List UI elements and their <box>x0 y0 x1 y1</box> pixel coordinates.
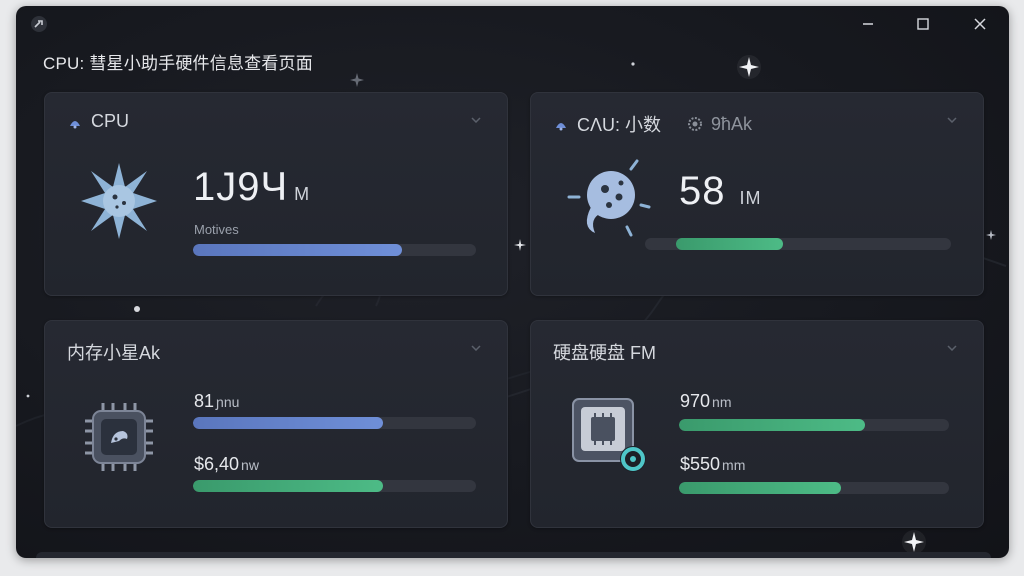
close-button[interactable] <box>968 12 992 36</box>
bottom-panel-edge <box>36 552 991 558</box>
memory-stat1-unit: ɲnu <box>216 394 240 410</box>
disk-stat2-value: $550 <box>680 454 721 474</box>
sparkle-icon <box>134 306 140 312</box>
comet-app-icon <box>31 16 47 32</box>
minimize-button[interactable] <box>856 12 880 36</box>
chevron-down-icon[interactable] <box>947 345 957 351</box>
cpu-detail-card-title: CΛU: 小数 <box>577 115 662 135</box>
cpu-value-number: 1Ј9Ч <box>193 165 289 209</box>
disk-stat1-unit: nm <box>712 394 732 410</box>
memory-stat1-bar <box>193 417 476 429</box>
cpu-card-title: CPU <box>91 111 130 131</box>
maximize-button[interactable] <box>911 12 935 36</box>
disk-chip-icon <box>572 398 646 472</box>
cpu-detail-card-subtitle: 9ħAk <box>711 113 753 134</box>
disk-stat2-unit: mm <box>722 457 746 473</box>
memory-stat1-fill <box>193 417 383 429</box>
cpu-value-unit: M <box>294 184 311 204</box>
gear-icon <box>688 117 703 131</box>
cpu-detail-card[interactable]: CΛU: 小数 9ħAk 58 IM <box>530 92 984 296</box>
memory-stat1-value: 81 <box>194 391 215 411</box>
cpu-detail-value: 58 IM <box>679 169 762 214</box>
memory-stat2-unit: nw <box>241 457 259 473</box>
cpu-bell-icon <box>556 123 566 131</box>
cpu-card-header: CPU <box>67 111 129 132</box>
title-bar <box>16 6 1009 42</box>
cpu-detail-value-number: 58 <box>679 169 726 213</box>
page-title: CPU: 彗星小助手硬件信息查看页面 <box>43 54 313 73</box>
chevron-down-icon[interactable] <box>471 345 481 351</box>
sparkle-icon <box>26 394 30 398</box>
close-icon <box>974 18 986 30</box>
memory-stat2-value: $6,40 <box>194 454 240 474</box>
maximize-icon <box>917 18 929 30</box>
cpu-detail-card-header: CΛU: 小数 9ħAk <box>553 111 752 137</box>
minimize-icon <box>863 23 873 25</box>
app-window: CPU: 彗星小助手硬件信息查看页面 CPU 1Ј9Ч M Motives CΛ… <box>16 6 1009 558</box>
cpu-progress-bar <box>193 244 476 256</box>
memory-card-header: 内存小星Ak <box>67 339 160 365</box>
sparkle-icon <box>350 73 364 87</box>
cpu-bell-icon <box>70 120 80 128</box>
disk-stat2-bar <box>679 482 949 494</box>
cpu-progress-fill <box>193 244 403 256</box>
disk-stat1: 970 nm <box>680 391 732 412</box>
memory-stat2-bar <box>193 480 476 492</box>
cpu-detail-value-unit: IM <box>739 188 762 208</box>
chip-icon <box>85 403 153 471</box>
memory-stat2: $6,40 nw <box>194 454 259 475</box>
disk-stat2: $550 mm <box>680 454 745 475</box>
chevron-down-icon[interactable] <box>471 117 481 123</box>
sparkle-icon <box>514 239 526 251</box>
sparkle-icon <box>986 230 996 240</box>
disk-card[interactable]: 硬盘硬盘 FM 970 nm $550 mm <box>530 320 984 528</box>
cpu-detail-progress-fill <box>675 238 783 250</box>
cpu-card[interactable]: CPU 1Ј9Ч M Motives <box>44 92 508 296</box>
disk-stat1-value: 970 <box>680 391 711 411</box>
chevron-down-icon[interactable] <box>947 117 957 123</box>
sparkle-icon <box>737 55 761 79</box>
disk-stat1-fill <box>679 419 866 431</box>
disk-stat2-fill <box>679 482 841 494</box>
sparkle-icon <box>631 62 635 66</box>
disk-card-title: 硬盘硬盘 FM <box>553 343 656 363</box>
cpu-sublabel: Motives <box>194 222 239 237</box>
cpu-detail-progress-bar <box>645 238 951 250</box>
disk-stat1-bar <box>679 419 949 431</box>
comet-planet-icon <box>567 159 651 237</box>
memory-card-title: 内存小星Ak <box>67 343 161 363</box>
cpu-value: 1Ј9Ч M <box>193 165 310 210</box>
memory-stat2-fill <box>193 480 383 492</box>
memory-card[interactable]: 内存小星Ak 81 ɲnu $6,40 nw <box>44 320 508 528</box>
spiky-star-icon <box>81 163 157 239</box>
memory-stat1: 81 ɲnu <box>194 391 239 412</box>
disk-card-header: 硬盘硬盘 FM <box>553 339 656 365</box>
